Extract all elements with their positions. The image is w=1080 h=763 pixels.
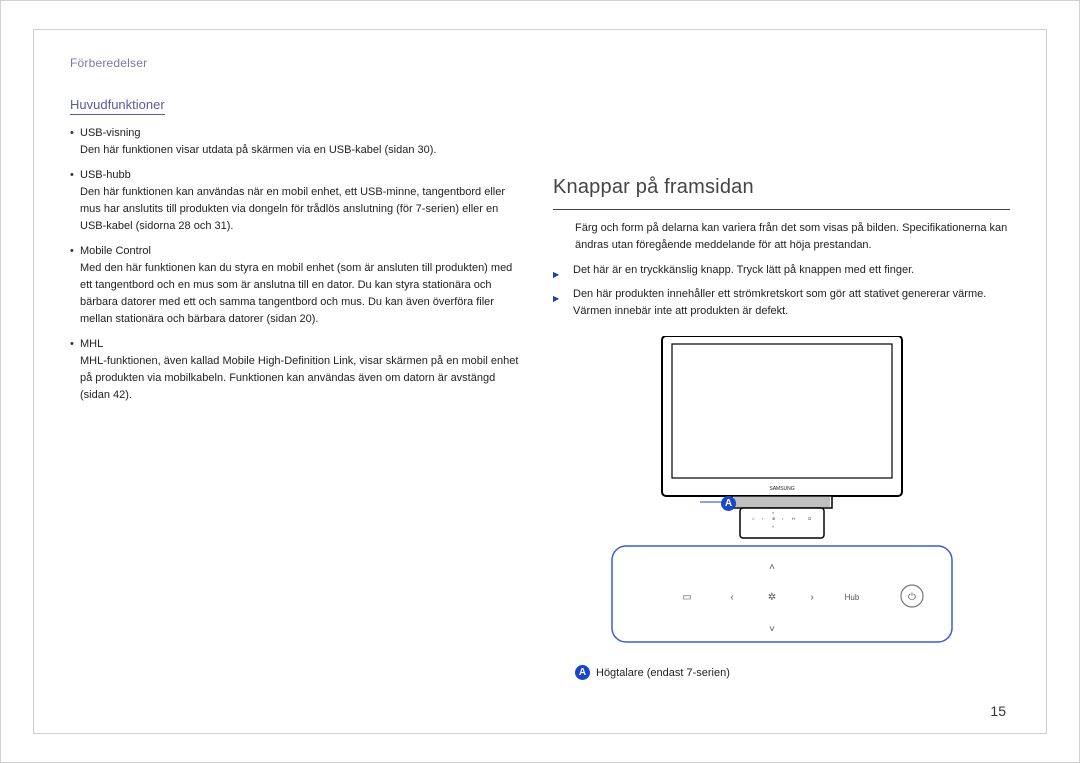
breadcrumb: Förberedelser bbox=[70, 56, 527, 70]
badge-a-icon: A bbox=[575, 665, 590, 680]
monitor-brand: SAMSUNG bbox=[769, 486, 794, 492]
legend-row: A Högtalare (endast 7-serien) bbox=[575, 665, 1010, 680]
page-inner: Förberedelser Huvudfunktioner • USB-visn… bbox=[33, 29, 1047, 734]
feature-desc: Med den här funktionen kan du styra en m… bbox=[80, 260, 527, 328]
panel-button-hub: Hub bbox=[844, 593, 859, 602]
feature-item-usb-hubb: • USB-hubb Den här funktionen kan använd… bbox=[70, 169, 527, 235]
bullet-icon: • bbox=[70, 169, 80, 181]
notice-list: Det här är en tryckkänslig knapp. Tryck … bbox=[553, 262, 1010, 320]
section-heading-main-functions: Huvudfunktioner bbox=[70, 97, 165, 115]
horizontal-rule bbox=[553, 209, 1010, 210]
panel-button-right: › bbox=[810, 592, 813, 603]
badge-a-icon: A bbox=[721, 496, 736, 511]
svg-text:H: H bbox=[792, 516, 795, 521]
monitor-illustration: SAMSUNG ⌂ ‹ bbox=[592, 336, 972, 646]
panel-button-power: ⏻ bbox=[908, 592, 916, 603]
disclaimer-note: Färg och form på delarna kan variera frå… bbox=[575, 220, 1010, 254]
feature-label: USB-visning bbox=[80, 127, 141, 139]
feature-desc: Den här funktionen visar utdata på skärm… bbox=[80, 142, 527, 159]
panel-button-menu: ▭ bbox=[682, 592, 691, 603]
panel-button-down: ˅ bbox=[769, 624, 775, 635]
panel-button-left: ‹ bbox=[730, 592, 733, 603]
monitor-illustration-block: SAMSUNG ⌂ ‹ bbox=[553, 336, 1010, 651]
section-heading-front-buttons: Knappar på framsidan bbox=[553, 176, 1010, 199]
notice-text: Det här är en tryckkänslig knapp. Tryck … bbox=[573, 262, 914, 280]
panel-button-enter: ✲ bbox=[767, 592, 775, 603]
notice-item: Den här produkten innehåller ett strömkr… bbox=[553, 286, 1010, 320]
feature-list: • USB-visning Den här funktionen visar u… bbox=[70, 127, 527, 405]
feature-desc: Den här funktionen kan användas när en m… bbox=[80, 184, 527, 235]
triangle-icon bbox=[553, 262, 565, 280]
bullet-icon: • bbox=[70, 338, 80, 350]
feature-label: Mobile Control bbox=[80, 245, 151, 257]
feature-label: MHL bbox=[80, 338, 103, 350]
column-left: Förberedelser Huvudfunktioner • USB-visn… bbox=[70, 56, 527, 715]
notice-item: Det här är en tryckkänslig knapp. Tryck … bbox=[553, 262, 1010, 280]
feature-desc: MHL-funktionen, även kallad Mobile High-… bbox=[80, 353, 527, 404]
page-outer: Förberedelser Huvudfunktioner • USB-visn… bbox=[0, 0, 1080, 763]
feature-item-mobile-control: • Mobile Control Med den här funktionen … bbox=[70, 245, 527, 328]
bullet-icon: • bbox=[70, 245, 80, 257]
feature-label: USB-hubb bbox=[80, 169, 131, 181]
notice-text: Den här produkten innehåller ett strömkr… bbox=[573, 286, 1010, 320]
callout-marker-a: A bbox=[721, 493, 736, 511]
triangle-icon bbox=[553, 286, 565, 320]
bullet-icon: • bbox=[70, 127, 80, 139]
legend-text: Högtalare (endast 7-serien) bbox=[596, 667, 730, 679]
panel-button-up: ˄ bbox=[769, 562, 775, 573]
page-number: 15 bbox=[990, 703, 1006, 719]
column-right: Knappar på framsidan Färg och form på de… bbox=[553, 56, 1010, 715]
feature-item-usb-visning: • USB-visning Den här funktionen visar u… bbox=[70, 127, 527, 159]
feature-item-mhl: • MHL MHL-funktionen, även kallad Mobile… bbox=[70, 338, 527, 404]
